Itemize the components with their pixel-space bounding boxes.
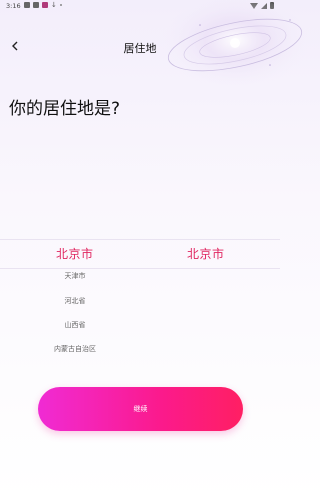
province-option[interactable]: 天津市: [40, 271, 110, 281]
dot-icon: [59, 4, 62, 6]
continue-button[interactable]: 继续: [38, 387, 243, 431]
province-option[interactable]: 内蒙古自治区: [40, 344, 110, 354]
status-time: 3:16: [6, 2, 21, 10]
province-option[interactable]: 河北省: [40, 296, 110, 306]
province-selected[interactable]: 北京市: [56, 245, 94, 262]
page-title: 居住地: [123, 42, 157, 55]
selected-row: 北京市 北京市: [0, 239, 280, 269]
notification-icon: [33, 2, 39, 8]
download-icon: ↓: [51, 1, 57, 9]
gallery-icon: [24, 2, 30, 8]
status-icons: ↓: [24, 1, 62, 9]
city-selected[interactable]: 北京市: [187, 245, 225, 262]
question-heading: 你的居住地是?: [9, 99, 121, 119]
province-option[interactable]: 山西省: [40, 320, 110, 330]
app-icon: [42, 2, 48, 8]
